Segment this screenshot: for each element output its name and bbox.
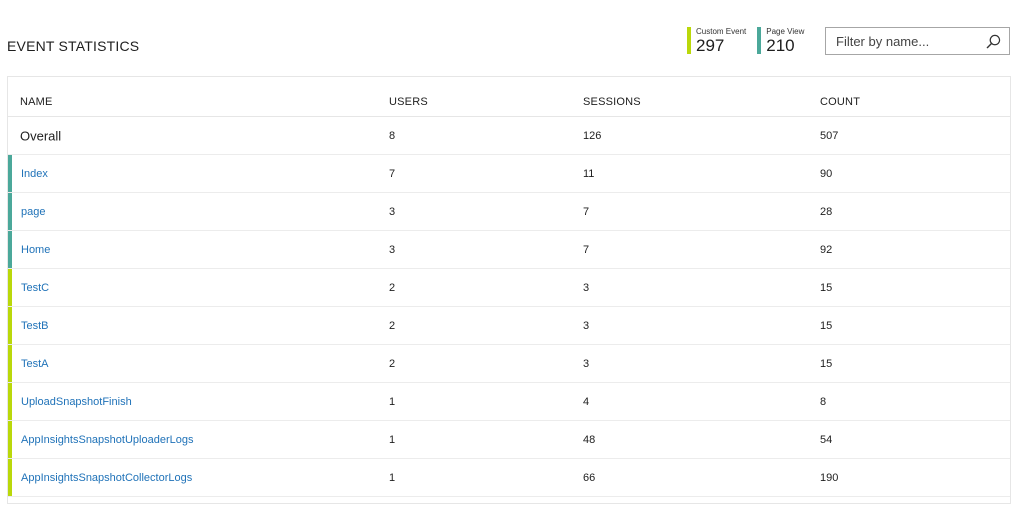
row-count: 54: [820, 433, 833, 446]
row-users: 2: [389, 319, 396, 332]
table-header: NAME USERS SESSIONS COUNT: [8, 77, 1010, 117]
row-name-link[interactable]: page: [21, 206, 45, 218]
row-name-link[interactable]: AppInsightsSnapshotCollectorLogs: [21, 472, 192, 484]
row-count: 15: [820, 357, 833, 370]
table-row: Index 7 11 90: [8, 155, 1010, 193]
table-row: TestA 2 3 15: [8, 345, 1010, 383]
stat-color-bar: [757, 27, 762, 54]
event-type-summary: Custom Event 297 Page View 210: [687, 27, 804, 54]
row-users: 1: [389, 433, 396, 446]
event-type-marker: [8, 307, 12, 344]
row-sessions: 4: [583, 395, 590, 408]
event-type-marker: [8, 155, 12, 192]
search-icon[interactable]: [985, 33, 1001, 49]
stat-color-bar: [687, 27, 691, 54]
row-users: 3: [389, 243, 396, 256]
row-count: 28: [820, 205, 833, 218]
stat-value: 210: [766, 36, 795, 55]
row-count: 15: [820, 281, 833, 294]
table-row-overall: Overall 8 126 507: [8, 117, 1010, 155]
table-row: AppInsightsSnapshotCollectorLogs 1 66 19…: [8, 459, 1010, 497]
row-name-link[interactable]: TestB: [21, 320, 49, 332]
row-count: 507: [820, 129, 839, 142]
event-type-marker: [8, 345, 12, 382]
stat-value: 297: [696, 36, 725, 55]
filter-input[interactable]: [826, 29, 985, 53]
page-title: EVENT STATISTICS: [7, 38, 140, 54]
row-sessions: 3: [583, 357, 590, 370]
row-users: 7: [389, 167, 396, 180]
row-users: 1: [389, 395, 396, 408]
table-row: Home 3 7 92: [8, 231, 1010, 269]
row-count: 90: [820, 167, 833, 180]
table-row: TestC 2 3 15: [8, 269, 1010, 307]
event-type-marker: [8, 269, 12, 306]
filter-box: [825, 27, 1010, 55]
row-users: 8: [389, 129, 396, 142]
row-name-link[interactable]: UploadSnapshotFinish: [21, 396, 132, 408]
row-users: 2: [389, 357, 396, 370]
row-sessions: 48: [583, 433, 596, 446]
row-users: 1: [389, 471, 396, 484]
column-header-users[interactable]: USERS: [389, 96, 428, 108]
event-type-marker: [8, 459, 12, 496]
row-name-link[interactable]: Home: [21, 244, 50, 256]
column-header-count[interactable]: COUNT: [820, 96, 860, 108]
row-name: Overall: [20, 128, 62, 143]
row-sessions: 3: [583, 281, 590, 294]
table-row: page 3 7 28: [8, 193, 1010, 231]
row-name-link[interactable]: TestA: [21, 358, 49, 370]
stat-custom-event[interactable]: Custom Event 297: [687, 27, 746, 54]
column-header-sessions[interactable]: SESSIONS: [583, 96, 641, 108]
table-row: UploadSnapshotFinish 1 4 8: [8, 383, 1010, 421]
row-count: 8: [820, 395, 827, 408]
event-type-marker: [8, 231, 12, 268]
stat-label: Custom Event: [696, 27, 747, 36]
row-count: 92: [820, 243, 833, 256]
row-users: 2: [389, 281, 396, 294]
stat-label: Page View: [766, 27, 805, 36]
row-sessions: 126: [583, 129, 602, 142]
row-name-link[interactable]: Index: [21, 168, 48, 180]
row-users: 3: [389, 205, 396, 218]
event-statistics-page: EVENT STATISTICS Custom Event 297 Page V…: [0, 0, 1024, 530]
event-type-marker: [8, 193, 12, 230]
row-count: 190: [820, 471, 839, 484]
event-statistics-table: NAME USERS SESSIONS COUNT Overall 8 126 …: [7, 76, 1011, 504]
event-type-marker: [8, 421, 12, 458]
row-sessions: 7: [583, 205, 590, 218]
table-row: TestB 2 3 15: [8, 307, 1010, 345]
table-row: AppInsightsSnapshotUploaderLogs 1 48 54: [8, 421, 1010, 459]
row-name-link[interactable]: TestC: [21, 282, 49, 294]
row-sessions: 7: [583, 243, 590, 256]
row-sessions: 11: [583, 167, 595, 180]
row-sessions: 3: [583, 319, 590, 332]
row-count: 15: [820, 319, 833, 332]
row-sessions: 66: [583, 471, 596, 484]
stat-page-view[interactable]: Page View 210: [757, 27, 804, 54]
event-type-marker: [8, 383, 12, 420]
column-header-name[interactable]: NAME: [20, 96, 53, 108]
row-name-link[interactable]: AppInsightsSnapshotUploaderLogs: [21, 434, 193, 446]
